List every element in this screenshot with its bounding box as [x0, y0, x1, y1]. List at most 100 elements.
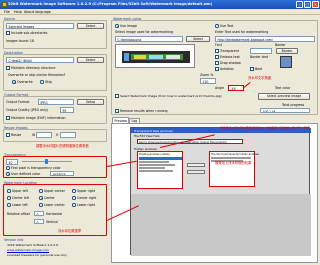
use-selected-image-label: Select Watermark Image (from how to wate…	[120, 94, 222, 98]
preview-list-title: The list of permanently hidden windows	[211, 153, 259, 156]
color-swatch[interactable]	[280, 56, 292, 68]
transparency-value-field[interactable]: 50	[6, 159, 18, 165]
use-selected-image-checkbox[interactable]	[115, 94, 119, 98]
resize-checkbox[interactable]	[6, 133, 10, 137]
upper-right-radio[interactable]	[72, 189, 76, 193]
horizontal-offset-field[interactable]: 0	[34, 211, 44, 216]
upper-left-radio[interactable]	[7, 189, 11, 193]
preview-list-row	[139, 164, 175, 166]
quality-field[interactable]: 95	[60, 107, 74, 113]
select-preview-image-button[interactable]: Select preview image	[258, 93, 310, 100]
color-hex-field[interactable]: #FFFFFF	[50, 171, 74, 176]
output-setup-button[interactable]: Setup	[77, 98, 104, 105]
preview-empty-area	[131, 194, 311, 256]
destination-path-field[interactable]: C:/test2/ (Bild/)	[6, 57, 74, 63]
preview-list-row	[211, 157, 251, 159]
upper-center-radio[interactable]	[39, 189, 43, 193]
version-line-1: 32bit Watermark Software 1.0.2.9	[7, 243, 58, 247]
bold-checkbox[interactable]	[250, 67, 254, 71]
destination-select-button[interactable]: Select	[77, 56, 104, 63]
output-format-select[interactable]: JPEG	[38, 99, 74, 105]
center-left-label: Center left	[12, 196, 29, 200]
first-pixel-radio[interactable]	[6, 166, 10, 170]
border-button[interactable]: Border	[276, 48, 298, 54]
images-found-label: Images found: 18	[6, 39, 34, 43]
lower-right-radio[interactable]	[72, 203, 76, 207]
preview-list-row	[139, 157, 182, 160]
select-image-label: Select image used for watermarking	[115, 30, 174, 34]
preview-list-row	[139, 161, 169, 163]
zoom-field[interactable]: 120	[200, 78, 216, 84]
resize-width-label: W	[32, 133, 36, 137]
menu-bar: File Help About language	[0, 9, 320, 15]
skip-radio[interactable]	[40, 80, 44, 84]
maximize-icon[interactable]: □	[304, 1, 311, 8]
resize-height-field[interactable]	[60, 132, 76, 138]
total-progress-bar: 100 / 18	[260, 108, 310, 113]
drop-shadow-label: Drop shadow	[220, 61, 241, 65]
app-icon	[1, 1, 7, 7]
position-annotation: 浮水印位置選擇	[58, 229, 82, 233]
preview-list-row	[139, 170, 173, 172]
watermark-text-field[interactable]: http://textwatermark.blogspot.com/	[215, 36, 315, 42]
preview-sub-title: Existing windows (visible)	[139, 153, 170, 156]
resize-label: Resize	[11, 133, 22, 137]
transparency-annotation: 調整浮水印圖片的透明度與位置參數	[36, 144, 89, 148]
preview-list-left: Existing windows (visible)	[137, 151, 183, 189]
menu-file[interactable]: File	[4, 10, 10, 14]
preview-move-button	[187, 170, 205, 174]
lower-center-radio[interactable]	[39, 203, 43, 207]
close-icon[interactable]: ×	[312, 1, 319, 8]
vertical-label: Vertical	[46, 220, 58, 224]
transparency-slider-handle[interactable]	[45, 159, 48, 164]
center-right-radio[interactable]	[72, 196, 76, 200]
lower-left-radio[interactable]	[7, 203, 11, 207]
antialias-label: Antialias	[220, 67, 234, 71]
preview-list-right: The list of permanently hidden windows	[209, 151, 259, 187]
antialias-checkbox[interactable]	[215, 67, 219, 71]
border-text-label: Border text	[250, 55, 268, 59]
horizontal-label: Horizontal	[46, 212, 63, 216]
font-label: Font	[215, 43, 222, 47]
lower-right-label: Lower right	[77, 203, 96, 207]
emboss-checkbox[interactable]	[215, 55, 219, 59]
preview-move-button	[187, 163, 205, 167]
angle-field[interactable]: -45	[228, 85, 244, 91]
watermark-image-field[interactable]: C:/textlogo.png	[115, 36, 183, 42]
menu-help[interactable]: Help	[14, 10, 22, 14]
maintain-structure-checkbox[interactable]	[6, 66, 10, 70]
user-color-radio[interactable]	[6, 172, 10, 176]
watermark-image-select-button[interactable]: Select	[186, 35, 210, 42]
version-line-3: Licensed freeware for personal use only	[7, 253, 67, 257]
minimize-icon[interactable]: –	[296, 1, 303, 8]
overwrite-radio[interactable]	[12, 80, 16, 84]
resize-height-label: H	[56, 133, 59, 137]
resize-width-field[interactable]	[36, 132, 52, 138]
exif-label: Maintain image (EXIF) information	[11, 116, 66, 120]
title-bar: 32bit Watermark Image Software 1.0.2.9 (…	[0, 0, 320, 9]
vertical-offset-field[interactable]: 0	[34, 219, 44, 224]
relative-offset-label: Relative offset	[7, 212, 30, 216]
transparent-checkbox[interactable]	[215, 49, 219, 53]
use-image-radio[interactable]	[115, 24, 119, 28]
include-subdirs-checkbox[interactable]	[6, 31, 10, 35]
app-window: 32bit Watermark Image Software 1.0.2.9 (…	[0, 0, 320, 265]
version-link[interactable]: www.watermark-image.com	[7, 248, 49, 252]
preview-menu-row: File Edit View Help	[134, 134, 160, 138]
center-left-radio[interactable]	[7, 196, 11, 200]
source-path-field[interactable]: Selected Images	[6, 23, 74, 29]
exif-checkbox[interactable]	[6, 116, 10, 120]
font-select[interactable]	[250, 48, 272, 54]
drop-shadow-checkbox[interactable]	[215, 61, 219, 65]
enter-text-label: Enter Text used for watermarking	[215, 30, 269, 34]
center-radio[interactable]	[39, 196, 43, 200]
bold-label: Bold	[255, 67, 263, 71]
remove-results-checkbox[interactable]	[115, 109, 119, 113]
first-pixel-label: First pixel is transparency color	[11, 166, 61, 170]
quality-label: Output Quality (JPEG only)	[6, 108, 49, 112]
menu-about-language[interactable]: About language	[24, 10, 51, 14]
preview-list-row	[139, 167, 165, 169]
source-select-button[interactable]: Select	[77, 22, 104, 29]
transparent-label: Transparent	[220, 49, 239, 53]
use-text-radio[interactable]	[215, 24, 219, 28]
